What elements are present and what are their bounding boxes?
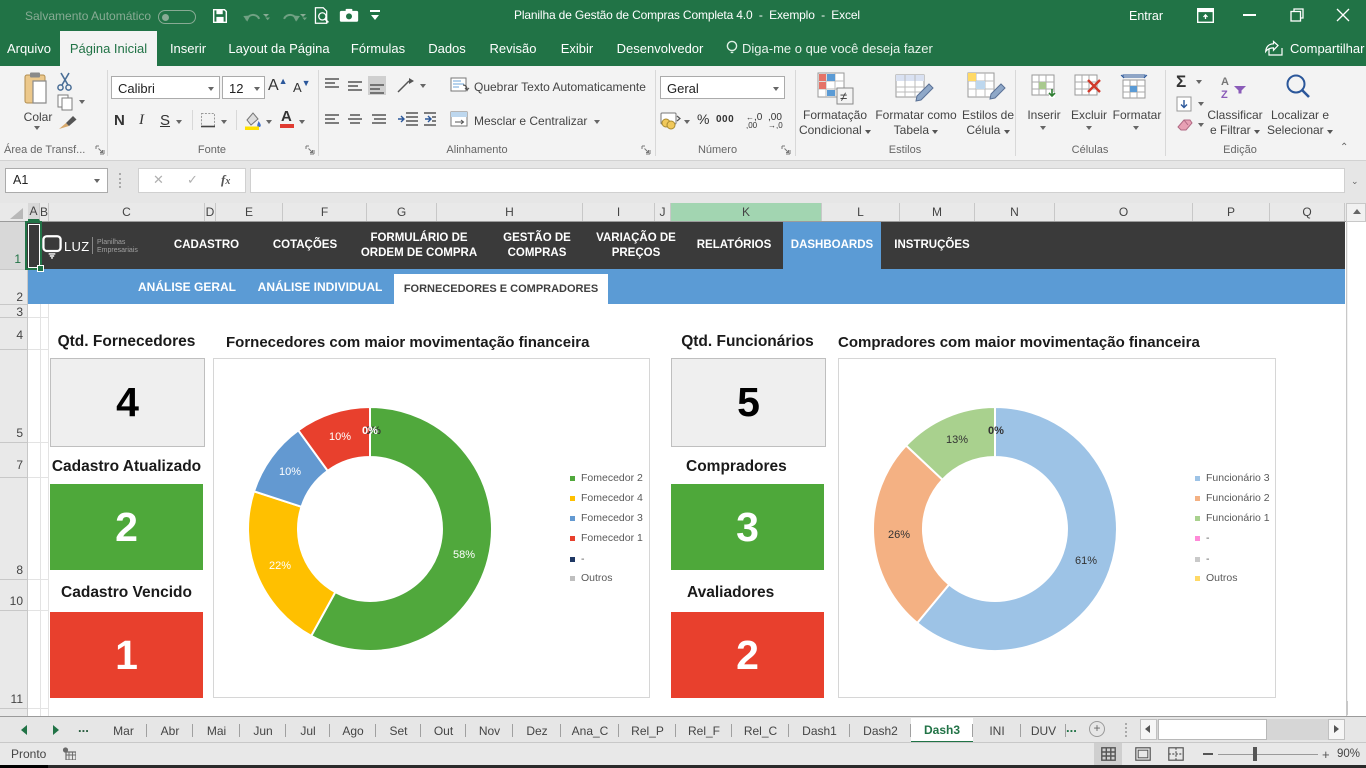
svg-text:Z: Z bbox=[1221, 89, 1228, 100]
svg-text:A: A bbox=[1221, 76, 1229, 88]
svg-text:≠: ≠ bbox=[840, 89, 847, 104]
